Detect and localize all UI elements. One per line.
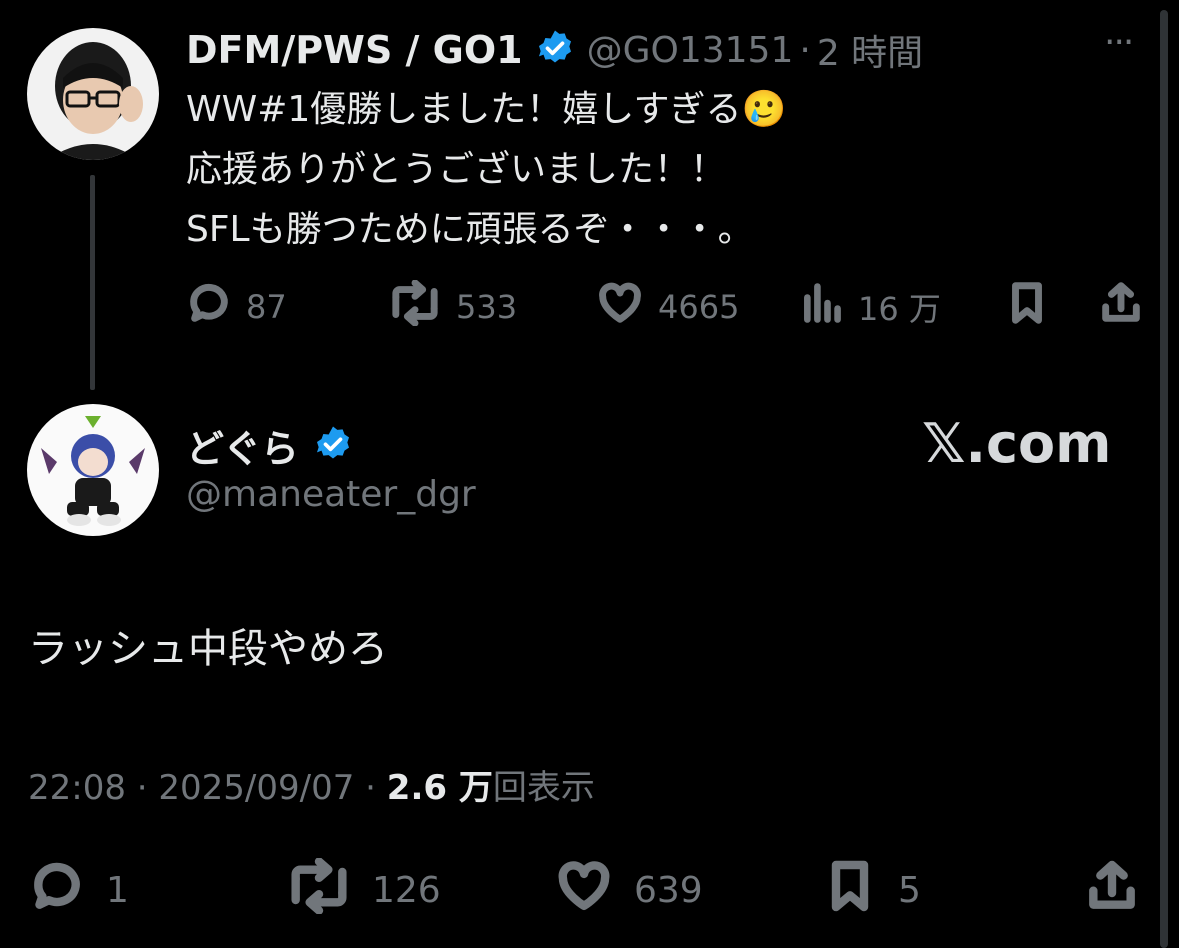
more-icon[interactable]: ··· [1104, 22, 1134, 63]
bookmark-icon [822, 858, 878, 923]
bookmark-button[interactable] [1004, 280, 1050, 334]
tweet-line-2: 応援ありがとうございました！！ [186, 149, 727, 190]
retweet-button[interactable]: 126 [286, 857, 441, 923]
avatar-go1[interactable] [27, 28, 159, 160]
reply-icon [28, 858, 86, 923]
bookmark-count: 5 [898, 870, 921, 911]
share-button[interactable] [1098, 280, 1144, 334]
like-button[interactable]: 4665 [596, 280, 739, 334]
like-icon [596, 280, 644, 334]
views-count: 16 万 [858, 290, 941, 328]
reply-count: 1 [106, 870, 129, 911]
verified-badge-icon [313, 424, 353, 468]
retweet-button[interactable]: 533 [388, 279, 518, 334]
tweet-line-1: WW#1優勝しました！嬉しすぎる🥲 [186, 89, 787, 130]
like-icon [554, 858, 614, 923]
reply-text: ラッシュ中段やめろ [28, 626, 388, 672]
bookmark-button[interactable]: 5 [822, 858, 921, 923]
share-button[interactable] [1084, 858, 1140, 923]
tweet-time[interactable]: 2 時間 [817, 24, 923, 76]
retweet-count: 126 [372, 870, 441, 911]
author-handle[interactable]: @GO13151 [587, 30, 794, 71]
tweet-line-3: SFLも勝つために頑張るぞ・・・。 [186, 209, 754, 250]
reply-button[interactable]: 1 [28, 858, 129, 923]
x-logo-watermark: 𝕏.com [922, 412, 1112, 475]
views-icon [800, 280, 844, 334]
share-icon [1098, 280, 1144, 334]
reply-author-handle[interactable]: @maneater_dgr [186, 474, 476, 515]
like-button[interactable]: 639 [554, 858, 703, 923]
like-count: 639 [634, 870, 703, 911]
thread-connector-line [90, 175, 95, 390]
tweet-meta: 22:08 · 2025/09/07 · 2.6 万回表示 [28, 760, 595, 809]
separator: · [799, 29, 811, 71]
bookmark-icon [1004, 280, 1050, 334]
reply-count: 87 [246, 288, 287, 326]
tweet-timestamp[interactable]: 22:08 · 2025/09/07 · [28, 768, 387, 808]
tweet-body: WW#1優勝しました！嬉しすぎる🥲 応援ありがとうございました！！ SFLも勝つ… [186, 80, 786, 260]
retweet-count: 533 [456, 288, 518, 326]
avatar-dogura[interactable] [27, 404, 159, 536]
share-icon [1084, 858, 1140, 923]
like-count: 4665 [658, 288, 740, 326]
view-suffix: 回表示 [492, 768, 595, 808]
reply-button[interactable]: 87 [186, 280, 287, 334]
view-count: 2.6 万 [386, 768, 493, 808]
verified-badge-icon [535, 28, 575, 72]
retweet-icon [388, 279, 442, 334]
author-name[interactable]: DFM/PWS / GO1 [186, 28, 523, 72]
retweet-icon [286, 857, 352, 923]
views-button[interactable]: 16 万 [800, 280, 941, 334]
reply-author-name[interactable]: どぐら [186, 418, 299, 473]
reply-icon [186, 280, 232, 334]
scrollbar[interactable] [1160, 10, 1168, 948]
